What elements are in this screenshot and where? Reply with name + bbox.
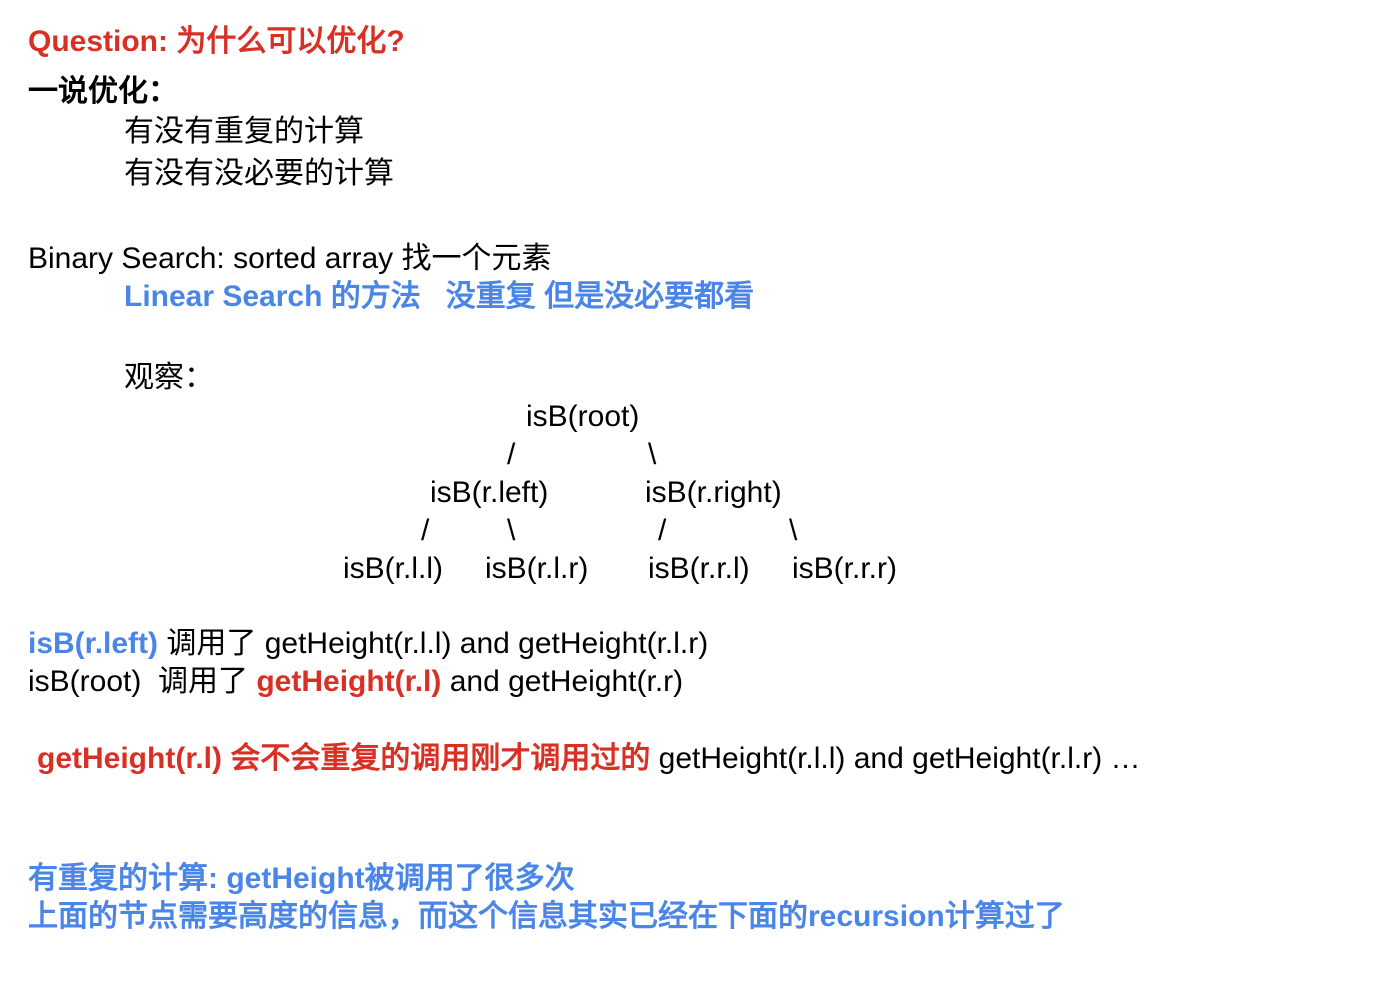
binary-search-line: Binary Search: sorted array 找一个元素 (28, 242, 552, 275)
repeat-question-highlight: getHeight(r.l) 会不会重复的调用刚才调用过的 (37, 742, 651, 775)
optimize-heading: 一说优化： (28, 75, 178, 108)
optimize-item-repeat: 有没有重复的计算 (124, 115, 364, 148)
tree-node-rr: isB(r.r.r) (792, 552, 897, 585)
tree-node-lr: isB(r.l.r) (485, 552, 589, 585)
repeat-question-rest: getHeight(r.l.l) and getHeight(r.l.r) … (650, 742, 1141, 775)
optimize-item-unnecessary: 有没有没必要的计算 (124, 157, 394, 190)
calls-line-1-rest: 调用了 getHeight(r.l.l) and getHeight(r.l.r… (158, 627, 709, 660)
tree-node-right: isB(r.right) (645, 476, 782, 509)
tree-edge-right-left: / (658, 514, 667, 547)
tree-edge-root-right: \ (648, 438, 657, 471)
observe-label: 观察： (124, 361, 214, 394)
calls-line-2-start: isB(root) 调用了 (28, 665, 257, 698)
conclusion-line-1: 有重复的计算: getHeight被调用了很多次 (28, 862, 575, 895)
tree-node-ll: isB(r.l.l) (343, 552, 443, 585)
tree-node-left: isB(r.left) (430, 476, 549, 509)
calls-line-2-rest: and getHeight(r.r) (441, 665, 684, 698)
tree-edge-left-right: \ (507, 514, 516, 547)
linear-search-note: Linear Search 的方法 没重复 但是没必要都看 (124, 280, 755, 313)
repeat-question: getHeight(r.l) 会不会重复的调用刚才调用过的 getHeight(… (37, 741, 1141, 777)
calls-line-2: isB(root) 调用了 getHeight(r.l) and getHeig… (28, 664, 683, 700)
tree-edge-left-left: / (421, 514, 430, 547)
tree-edge-root-left: / (507, 438, 516, 471)
calls-line-1: isB(r.left) 调用了 getHeight(r.l.l) and get… (28, 626, 708, 662)
conclusion-line-2: 上面的节点需要高度的信息，而这个信息其实已经在下面的recursion计算过了 (28, 900, 1065, 933)
calls-line-2-highlight: getHeight(r.l) (256, 665, 442, 698)
tree-node-root: isB(root) (526, 400, 640, 433)
tree-edge-right-right: \ (789, 514, 798, 547)
calls-line-1-highlight: isB(r.left) (28, 627, 159, 660)
tree-node-rl: isB(r.r.l) (648, 552, 750, 585)
question-heading: Question: 为什么可以优化? (28, 25, 405, 58)
